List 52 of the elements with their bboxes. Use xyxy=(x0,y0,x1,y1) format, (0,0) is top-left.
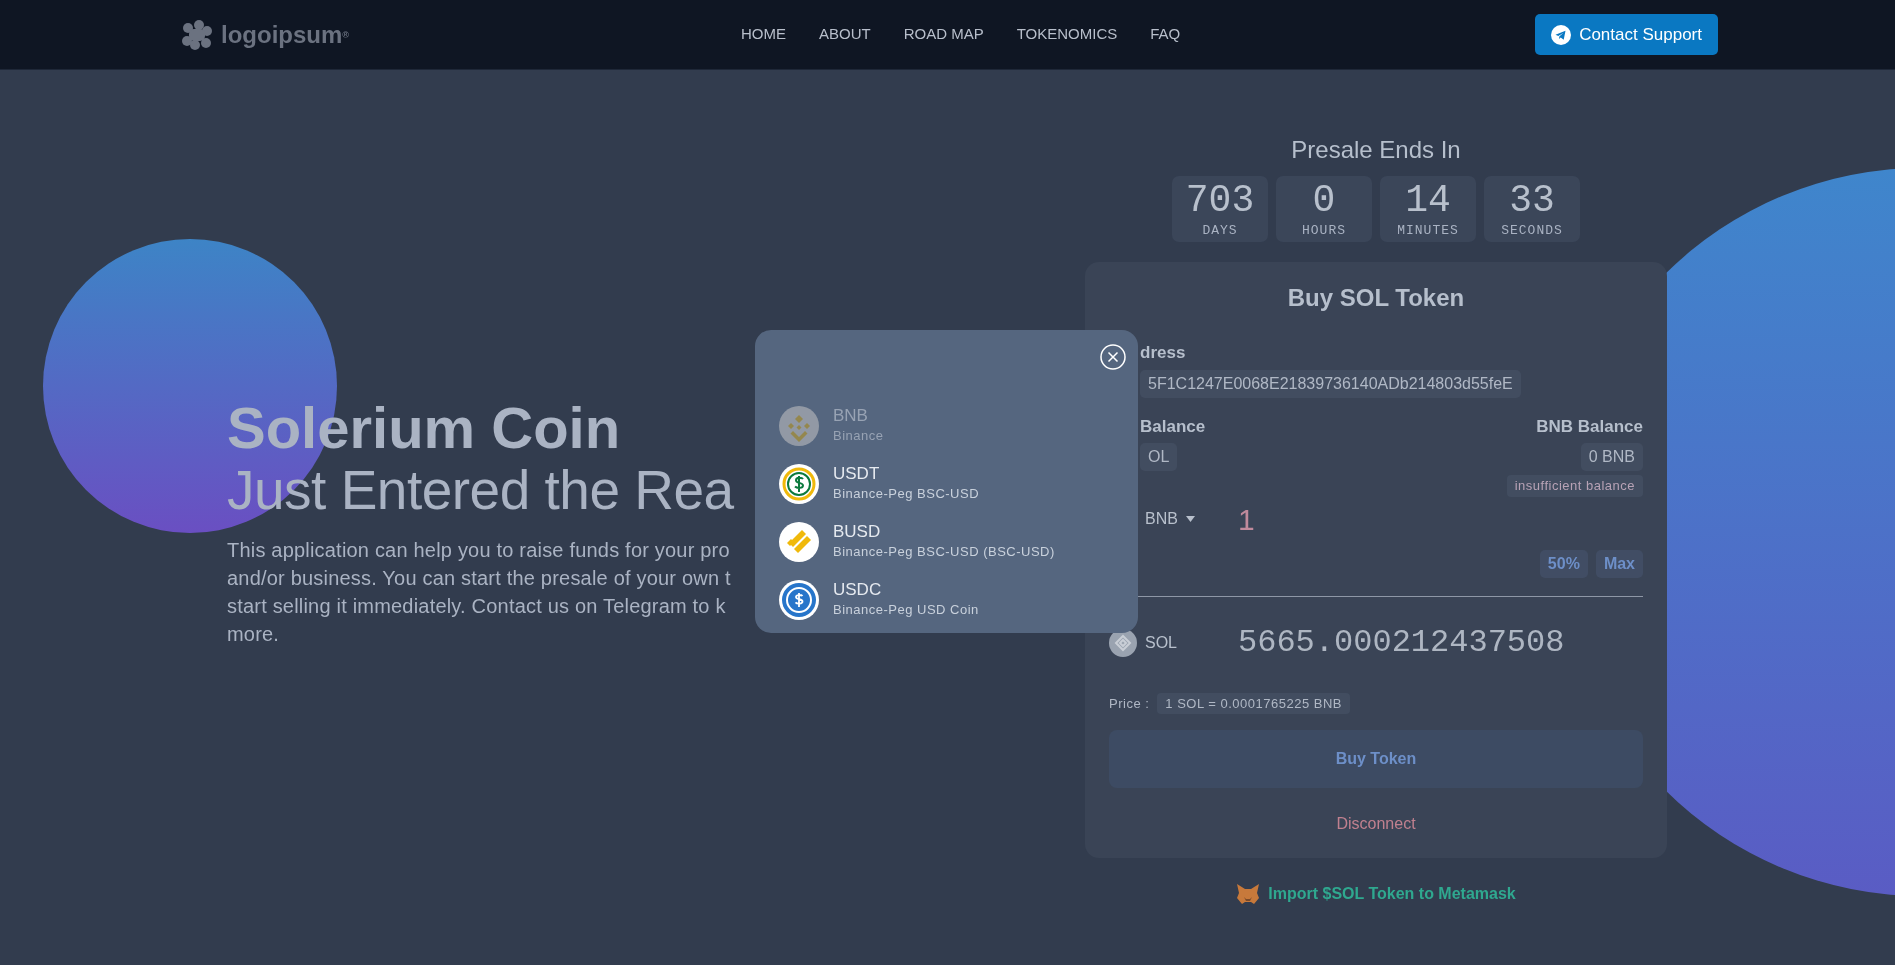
token-option[interactable]: BUSD Binance-Peg BSC-USD (BSC-USD) xyxy=(779,513,1114,571)
caret-icon xyxy=(1185,516,1195,522)
coin-icon xyxy=(779,464,819,504)
buy-token-button[interactable]: Buy Token xyxy=(1109,730,1643,788)
token-name: Binance-Peg USD Coin xyxy=(833,600,979,619)
countdown-box: 14 MINUTES xyxy=(1380,176,1476,242)
countdown-box: 703 DAYS xyxy=(1172,176,1268,242)
amount-button[interactable]: Max xyxy=(1595,549,1643,578)
telegram-icon xyxy=(1551,24,1572,45)
price-label: Price : xyxy=(1109,694,1150,713)
token-name: Binance-Peg BSC-USD xyxy=(833,484,980,503)
balance-value: 0 BNB xyxy=(1580,443,1643,471)
warning-badge: insufficient balance xyxy=(1506,475,1643,497)
card-title: Buy SOL Token xyxy=(1286,283,1466,313)
receive-amount: 5665.000212437508 xyxy=(1238,622,1565,663)
balance-value: OL xyxy=(1140,443,1178,471)
nav-link[interactable]: ABOUT xyxy=(819,23,871,46)
nav-link[interactable]: TOKENOMICS xyxy=(1016,23,1118,46)
countdown-box: 0 HOURS xyxy=(1276,176,1372,242)
coin-icon xyxy=(779,406,819,446)
logo-icon xyxy=(181,18,213,51)
presale-title: Presale Ends In xyxy=(1290,135,1462,165)
coin-icon xyxy=(779,522,819,562)
token-symbol: USDT xyxy=(833,464,881,484)
nav-link[interactable]: FAQ xyxy=(1150,23,1181,46)
token-symbol: BUSD xyxy=(833,522,882,542)
close-icon[interactable] xyxy=(1100,344,1126,370)
amount-button[interactable]: 50% xyxy=(1539,549,1588,578)
nav-link[interactable]: ROAD MAP xyxy=(903,23,984,46)
import-token-link[interactable]: Import $SOL Token to Metamask xyxy=(1236,882,1516,906)
wallet-address: 5F1C1247E0068E21839736140ADb214803d55feE xyxy=(1140,369,1521,398)
disconnect-link[interactable]: Disconnect xyxy=(1336,815,1416,832)
currency-select[interactable]: BNB xyxy=(1145,507,1195,531)
price-value: 1 SOL = 0.0001765225 BNB xyxy=(1157,692,1350,714)
countdown-box: 33 SECONDS xyxy=(1484,176,1580,242)
balance-label: BNB Balance xyxy=(1536,415,1643,438)
amount-input[interactable]: 1 xyxy=(1238,496,1255,542)
nav-link[interactable]: HOME xyxy=(741,23,786,46)
contact-support-button[interactable]: Contact Support xyxy=(1535,13,1718,56)
token-symbol: USDC xyxy=(833,580,883,600)
token-option[interactable]: USDC Binance-Peg USD Coin xyxy=(779,571,1114,629)
hero-description: This application can help you to raise funds for your pro and/or business. You can start the presale of your own t start selling it immediately. Contact us on Telegram to k more. xyxy=(227,538,731,648)
token-name: Binance-Peg BSC-USD (BSC-USD) xyxy=(833,542,1055,561)
coin-icon xyxy=(779,580,819,620)
fox-icon xyxy=(1236,883,1261,905)
token-name: Binance xyxy=(833,426,884,445)
token-symbol: BNB xyxy=(833,406,869,426)
balance-label: Balance xyxy=(1139,415,1206,438)
currency-label: SOL xyxy=(1145,632,1177,653)
token-option[interactable]: USDT Binance-Peg BSC-USD xyxy=(779,455,1114,513)
address-label: dress xyxy=(1140,342,1186,364)
logo-text: logoipsum$^{®}$ xyxy=(221,19,349,50)
